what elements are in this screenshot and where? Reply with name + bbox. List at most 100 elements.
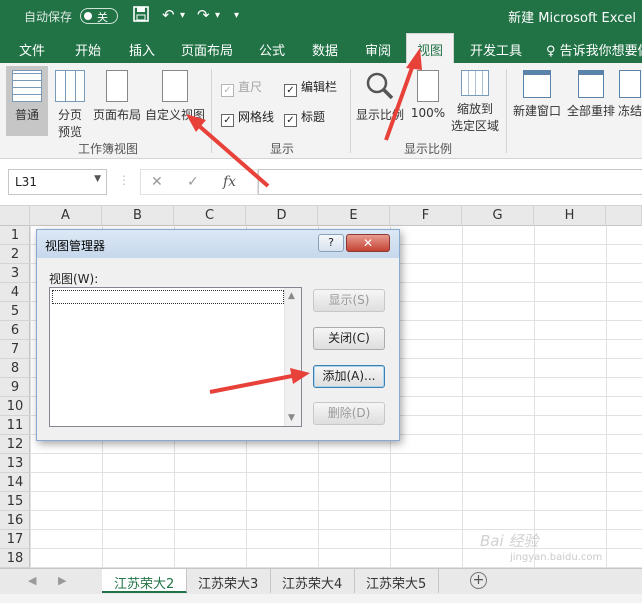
headings-label: 标题 [301,110,326,124]
arrange-all-button[interactable]: 全部重排 [564,66,618,136]
group-label-workbook-views: 工作簿视图 [78,142,139,156]
row-header[interactable]: 13 [0,454,30,473]
row-header[interactable]: 16 [0,511,30,530]
column-header[interactable] [606,206,642,226]
dialog-title-bar[interactable]: 视图管理器 ? ✕ [37,230,399,258]
page-layout-view-button[interactable]: 页面布局 [90,66,144,136]
freeze-panes-button[interactable]: 冻结 [618,66,642,136]
column-header[interactable]: F [390,206,462,226]
tab-view[interactable]: 视图 [406,33,455,63]
formula-bar-checkbox[interactable]: ✓ 编辑栏 [284,78,337,97]
row-header[interactable]: 7 [0,340,30,359]
headings-checkbox[interactable]: ✓ 标题 [284,108,325,127]
row-header[interactable]: 6 [0,321,30,340]
row-header[interactable]: 18 [0,549,30,568]
sheet-tab[interactable]: 江苏荣大3 [186,569,272,593]
ruler-checkbox[interactable]: ✓ 直尺 [221,78,262,97]
row-header[interactable]: 1 [0,226,30,245]
enter-icon[interactable]: ✓ [187,174,199,190]
add-sheet-icon[interactable]: + [470,572,487,589]
add-view-button[interactable]: 添加(A)... [313,365,385,388]
help-icon[interactable]: ? [318,234,344,252]
tell-me-search[interactable]: ♀ 告诉我你想要做 [546,40,642,59]
list-focus-item[interactable] [52,290,284,304]
page-break-preview-button[interactable]: 分页 预览 [50,66,90,139]
column-header[interactable]: D [246,206,318,226]
formula-bar: L31 ▼ ⋮ ✕ ✓ fx [0,159,642,206]
group-divider [506,69,507,153]
normal-view-button[interactable]: 普通 [6,66,48,136]
custom-views-button[interactable]: 自定义视图 [144,66,206,136]
tab-developer[interactable]: 开发工具 [470,40,522,59]
zoom-to-selection-label-2: 选定区域 [450,119,499,133]
tab-insert[interactable]: 插入 [129,40,155,59]
undo-dropdown-icon[interactable]: ▾ [180,10,185,21]
gridlines-checkbox[interactable]: ✓ 网格线 [221,108,274,127]
column-header[interactable]: E [318,206,390,226]
row-header[interactable]: 9 [0,378,30,397]
views-listbox[interactable]: ▲ ▼ [49,287,302,427]
row-header[interactable]: 2 [0,245,30,264]
zoom-button[interactable]: 显示比例 [354,66,406,136]
show-view-button[interactable]: 显示(S) [313,289,385,312]
close-dialog-button[interactable]: 关闭(C) [313,327,385,350]
name-box-dropdown-icon[interactable]: ▼ [94,174,101,184]
cancel-icon[interactable]: ✕ [151,174,163,190]
scroll-down-icon[interactable]: ▼ [288,413,295,423]
headings-check-icon: ✓ [284,114,297,127]
tab-home[interactable]: 开始 [75,40,101,59]
zoom-100-button[interactable]: 100% [408,66,448,136]
sheet-tab[interactable]: 江苏荣大4 [270,569,356,593]
tab-file[interactable]: 文件 [19,40,45,59]
undo-icon[interactable]: ↶ [162,6,175,24]
row-header[interactable]: 5 [0,302,30,321]
sheet-tab-bar: ◀ ▶ 江苏荣大2 江苏荣大3 江苏荣大4 江苏荣大5 + [0,568,642,594]
formula-bar-check-icon: ✓ [284,84,297,97]
next-sheet-icon[interactable]: ▶ [58,574,66,587]
autosave-state: 关 [97,11,108,24]
row-header[interactable]: 11 [0,416,30,435]
listbox-scrollbar[interactable]: ▲ ▼ [284,288,301,426]
prev-sheet-icon[interactable]: ◀ [28,574,36,587]
close-icon[interactable]: ✕ [346,234,390,252]
tab-page-layout[interactable]: 页面布局 [181,40,233,59]
normal-view-label: 普通 [14,108,39,122]
row-header[interactable]: 3 [0,264,30,283]
formula-input[interactable] [258,169,642,195]
column-header[interactable]: G [462,206,534,226]
new-window-button[interactable]: 新建窗口 [510,66,564,136]
autosave-toggle[interactable]: 关 [80,8,118,24]
save-icon[interactable] [133,6,149,26]
row-header[interactable]: 15 [0,492,30,511]
column-header[interactable]: A [30,206,102,226]
tab-formulas[interactable]: 公式 [259,40,285,59]
redo-icon[interactable]: ↷ [197,6,210,24]
column-header[interactable]: C [174,206,246,226]
redo-dropdown-icon[interactable]: ▾ [215,10,220,21]
row-header[interactable]: 4 [0,283,30,302]
tab-data[interactable]: 数据 [312,40,338,59]
zoom-to-selection-button[interactable]: 缩放到 选定区域 [448,66,502,136]
column-header[interactable]: B [102,206,174,226]
tab-review[interactable]: 审阅 [365,40,391,59]
delete-view-button[interactable]: 删除(D) [313,402,385,425]
column-header[interactable]: H [534,206,606,226]
custom-views-icon [162,70,188,102]
scroll-up-icon[interactable]: ▲ [288,291,295,301]
row-headers: 1 2 3 4 5 6 7 8 9 10 11 12 13 14 15 16 1… [0,226,30,568]
row-header[interactable]: 17 [0,530,30,549]
insert-function-icon[interactable]: fx [223,174,236,190]
row-header[interactable]: 8 [0,359,30,378]
row-header[interactable]: 14 [0,473,30,492]
sheet-tab[interactable]: 江苏荣大5 [354,569,440,593]
row-header[interactable]: 10 [0,397,30,416]
tell-me-text: 告诉我你想要做 [559,44,642,59]
autosave-label: 自动保存 [24,10,73,24]
customize-qat-icon[interactable]: ▾ [234,10,239,21]
sheet-tab[interactable]: 江苏荣大2 [102,569,188,593]
row-header[interactable]: 12 [0,435,30,454]
name-box[interactable]: L31 ▼ [8,169,107,195]
select-all-corner[interactable] [0,206,30,226]
lightbulb-icon: ♀ [546,44,556,59]
formula-bar-label: 编辑栏 [301,80,338,94]
